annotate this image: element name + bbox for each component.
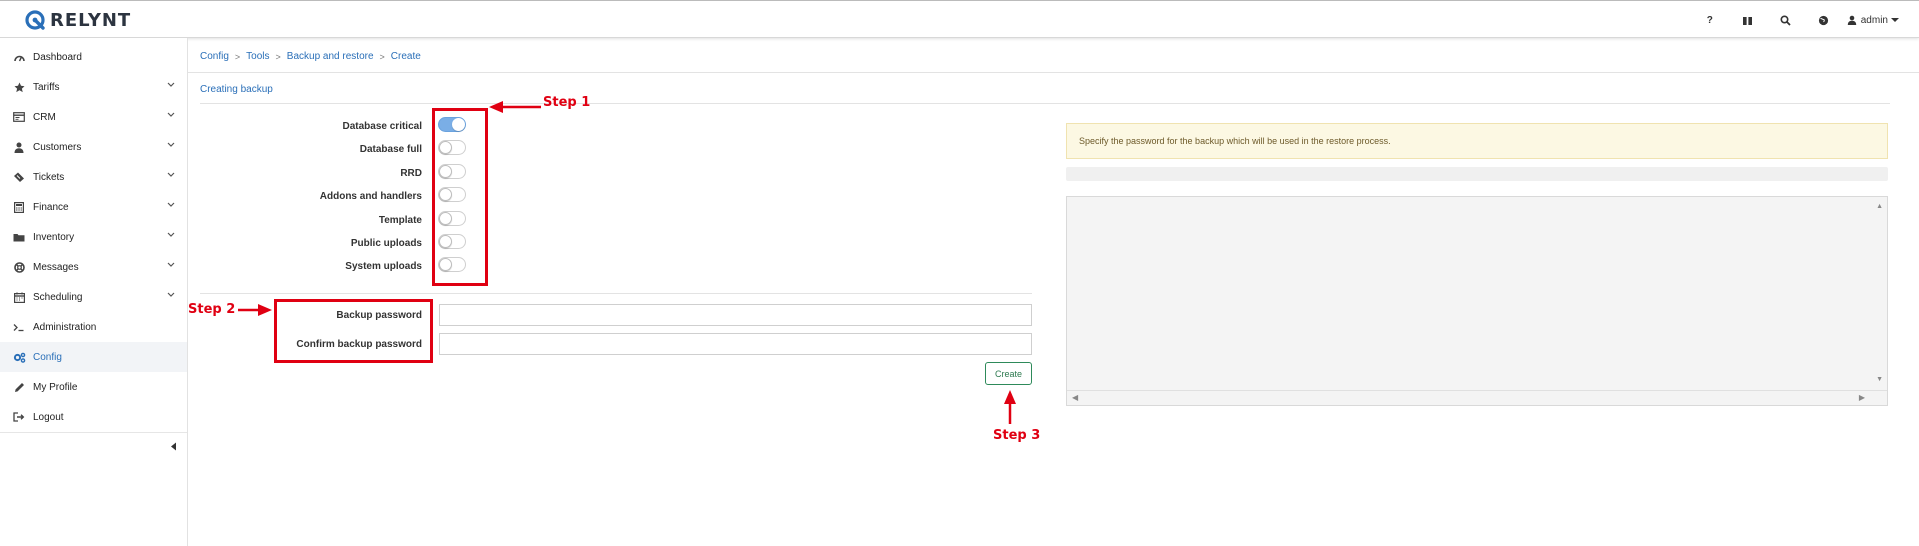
terminal-icon bbox=[12, 320, 26, 334]
sidebar-footer bbox=[0, 432, 187, 463]
sidebar-item-crm[interactable]: CRM bbox=[0, 102, 187, 132]
option-label-database-full: Database full bbox=[359, 144, 422, 155]
sidebar-item-label: Customers bbox=[33, 141, 82, 153]
divider bbox=[188, 72, 1919, 73]
sidebar-item-label: Logout bbox=[33, 411, 64, 423]
chevron-down-icon bbox=[167, 112, 175, 117]
info-alert: Specify the password for the backup whic… bbox=[1066, 123, 1888, 159]
globe-icon[interactable] bbox=[1805, 1, 1843, 39]
top-bar: RELYNT ? admin bbox=[0, 0, 1919, 38]
logo-mark-icon bbox=[25, 10, 45, 30]
sidebar-item-tickets[interactable]: Tickets bbox=[0, 162, 187, 192]
calendar-icon bbox=[12, 290, 26, 304]
user-name: admin bbox=[1860, 14, 1888, 26]
search-icon[interactable] bbox=[1767, 1, 1805, 39]
page-title: Creating backup bbox=[200, 84, 273, 95]
sidebar-item-tariffs[interactable]: Tariffs bbox=[0, 72, 187, 102]
sidebar-item-label: Messages bbox=[33, 261, 79, 273]
sidebar: Dashboard Tariffs CRM Customers Tickets bbox=[0, 38, 188, 546]
chevron-down-icon bbox=[167, 142, 175, 147]
sidebar-item-label: Config bbox=[33, 351, 62, 363]
option-label-template: Template bbox=[378, 215, 422, 226]
user-icon bbox=[1847, 15, 1856, 25]
folder-icon bbox=[12, 230, 26, 244]
option-label-database-critical: Database critical bbox=[342, 121, 423, 132]
life-ring-icon bbox=[12, 260, 26, 274]
calculator-icon bbox=[12, 200, 26, 214]
breadcrumb-config[interactable]: Config bbox=[200, 51, 229, 62]
scroll-right-icon[interactable]: ▶ bbox=[1859, 393, 1865, 402]
logo-text: RELYNT bbox=[50, 9, 132, 31]
divider bbox=[200, 293, 1032, 294]
confirm-backup-password-input[interactable] bbox=[439, 333, 1032, 355]
step1-highlight-box bbox=[432, 108, 488, 286]
star-icon bbox=[12, 80, 26, 94]
step2-highlight-box bbox=[274, 299, 433, 363]
help-icon[interactable]: ? bbox=[1691, 1, 1729, 39]
step3-label: Step 3 bbox=[993, 428, 1041, 443]
divider bbox=[200, 103, 1890, 104]
sidebar-item-label: Inventory bbox=[33, 231, 75, 243]
book-icon[interactable] bbox=[1729, 1, 1767, 39]
sidebar-item-label: My Profile bbox=[33, 381, 78, 393]
step3-arrow-icon bbox=[1004, 390, 1016, 424]
chevron-down-icon bbox=[167, 262, 175, 267]
sidebar-item-label: Finance bbox=[33, 201, 69, 213]
horizontal-scrollbar[interactable]: ◀ ▶ bbox=[1067, 390, 1887, 405]
option-label-rrd: RRD bbox=[400, 168, 422, 179]
breadcrumb-separator-icon: > bbox=[275, 51, 281, 62]
chevron-down-icon bbox=[167, 202, 175, 207]
pencil-icon bbox=[12, 380, 26, 394]
collapse-sidebar-icon[interactable] bbox=[170, 442, 177, 451]
sign-out-icon bbox=[12, 410, 26, 424]
sidebar-item-messages[interactable]: Messages bbox=[0, 252, 187, 282]
breadcrumb-create[interactable]: Create bbox=[391, 51, 421, 62]
sidebar-item-logout[interactable]: Logout bbox=[0, 402, 187, 432]
crm-card-icon bbox=[12, 110, 26, 124]
breadcrumb-separator-icon: > bbox=[379, 51, 385, 62]
breadcrumb-separator-icon: > bbox=[234, 51, 241, 62]
sidebar-item-dashboard[interactable]: Dashboard bbox=[0, 42, 187, 72]
sidebar-item-administration[interactable]: Administration bbox=[0, 312, 187, 342]
log-output-area[interactable]: ▲ ▼ ◀ ▶ bbox=[1066, 196, 1888, 406]
dashboard-icon bbox=[12, 50, 26, 64]
option-label-system-uploads: System uploads bbox=[345, 261, 422, 272]
sidebar-item-inventory[interactable]: Inventory bbox=[0, 222, 187, 252]
sidebar-item-finance[interactable]: Finance bbox=[0, 192, 187, 222]
scroll-down-icon[interactable]: ▼ bbox=[1876, 376, 1883, 383]
sidebar-item-label: Tariffs bbox=[33, 81, 60, 93]
ticket-icon bbox=[12, 170, 26, 184]
option-label-public-uploads: Public uploads bbox=[350, 238, 422, 249]
sidebar-item-my-profile[interactable]: My Profile bbox=[0, 372, 187, 402]
breadcrumb-tools[interactable]: Tools bbox=[246, 51, 269, 62]
sidebar-item-label: Scheduling bbox=[33, 291, 83, 303]
step1-label: Step 1 bbox=[543, 95, 591, 110]
user-menu[interactable]: admin bbox=[1847, 15, 1899, 26]
user-icon bbox=[12, 140, 26, 154]
sidebar-item-config[interactable]: Config bbox=[0, 342, 187, 372]
caret-down-icon bbox=[1891, 18, 1899, 22]
chevron-down-icon bbox=[167, 82, 175, 87]
chevron-down-icon bbox=[167, 292, 175, 297]
progress-bar bbox=[1066, 167, 1888, 181]
breadcrumb: Config > Tools > Backup and restore > Cr… bbox=[200, 51, 421, 62]
scroll-up-icon[interactable]: ▲ bbox=[1876, 203, 1883, 210]
breadcrumb-backup-and-restore[interactable]: Backup and restore bbox=[287, 51, 374, 62]
sidebar-item-scheduling[interactable]: Scheduling bbox=[0, 282, 187, 312]
sidebar-item-customers[interactable]: Customers bbox=[0, 132, 187, 162]
step2-arrow-icon bbox=[238, 304, 272, 316]
step2-label: Step 2 bbox=[188, 302, 236, 317]
scroll-left-icon[interactable]: ◀ bbox=[1072, 393, 1078, 402]
sidebar-item-label: CRM bbox=[33, 111, 56, 123]
cogs-icon bbox=[12, 350, 26, 364]
option-label-addons-and-handlers: Addons and handlers bbox=[319, 191, 422, 202]
chevron-down-icon bbox=[167, 172, 175, 177]
sidebar-item-label: Dashboard bbox=[33, 51, 82, 63]
create-button[interactable]: Create bbox=[985, 362, 1032, 385]
chevron-down-icon bbox=[167, 232, 175, 237]
logo[interactable]: RELYNT bbox=[24, 9, 131, 31]
backup-password-input[interactable] bbox=[439, 304, 1032, 326]
sidebar-item-label: Administration bbox=[33, 321, 97, 333]
sidebar-item-label: Tickets bbox=[33, 171, 65, 183]
